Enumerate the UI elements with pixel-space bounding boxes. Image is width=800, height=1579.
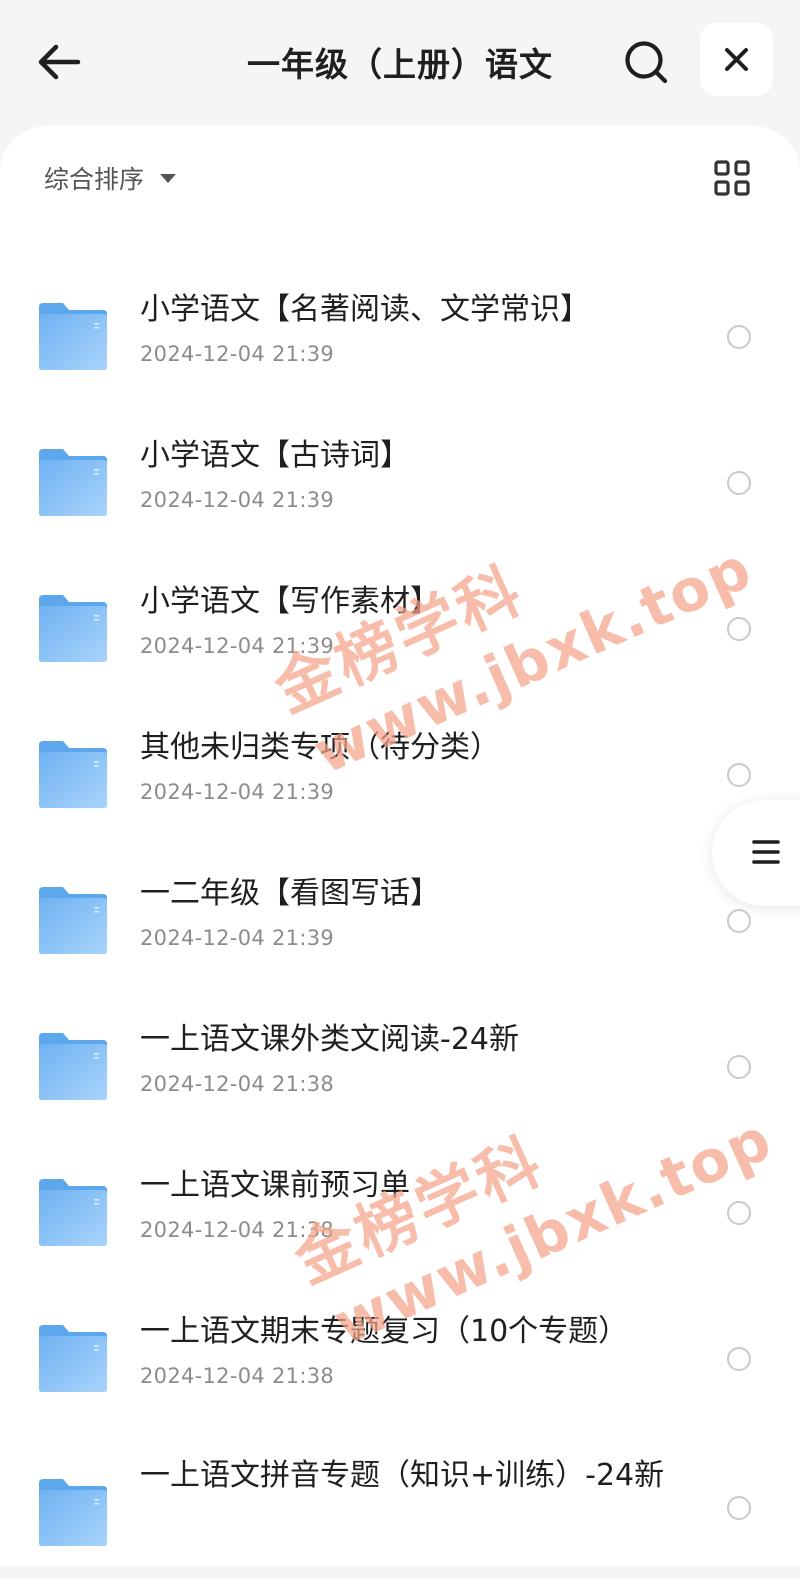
close-icon — [725, 48, 748, 71]
list-item[interactable]: 一上语文拼音专题（知识+训练）-24新 — [0, 1433, 800, 1579]
search-button[interactable] — [620, 36, 672, 88]
folder-icon — [39, 1479, 107, 1546]
item-date: 2024-12-04 21:38 — [140, 1364, 335, 1388]
item-date: 2024-12-04 21:39 — [140, 342, 335, 366]
list-item[interactable]: 小学语文【名著阅读、文学常识】 2024-12-04 21:39 — [0, 265, 800, 411]
select-radio[interactable] — [727, 763, 751, 787]
item-date: 2024-12-04 21:38 — [140, 1218, 335, 1242]
close-button[interactable] — [700, 23, 773, 96]
caret-down-icon — [160, 173, 177, 183]
select-radio[interactable] — [727, 325, 751, 349]
select-radio[interactable] — [727, 1347, 751, 1371]
item-name: 一上语文期末专题复习（10个专题） — [140, 1314, 629, 1349]
item-name: 一二年级【看图写话】 — [140, 876, 440, 911]
select-radio[interactable] — [727, 471, 751, 495]
list-item[interactable]: 一上语文课前预习单 2024-12-04 21:38 — [0, 1141, 800, 1287]
item-name: 小学语文【名著阅读、文学常识】 — [140, 292, 590, 327]
list-item[interactable]: 一上语文课外类文阅读-24新 2024-12-04 21:38 — [0, 995, 800, 1141]
top-bar: 一年级（上册）语文 — [0, 0, 800, 125]
page-title: 一年级（上册）语文 — [247, 45, 553, 84]
folder-icon — [39, 595, 107, 662]
select-radio[interactable] — [727, 1055, 751, 1079]
list-item[interactable]: 其他未归类专项（待分类） 2024-12-04 21:39 — [0, 703, 800, 849]
folder-icon — [39, 741, 107, 808]
list-item[interactable]: 小学语文【古诗词】 2024-12-04 21:39 — [0, 411, 800, 557]
item-date: 2024-12-04 21:39 — [140, 926, 335, 950]
item-name: 一上语文课外类文阅读-24新 — [140, 1022, 519, 1057]
select-radio[interactable] — [727, 1201, 751, 1225]
search-icon — [625, 41, 668, 84]
item-date: 2024-12-04 21:38 — [140, 1072, 335, 1096]
sort-dropdown[interactable]: 综合排序 — [44, 158, 177, 198]
folder-icon — [39, 887, 107, 954]
item-date: 2024-12-04 21:39 — [140, 780, 335, 804]
grid-view-button[interactable] — [712, 158, 752, 198]
item-name: 小学语文【古诗词】 — [140, 438, 410, 473]
menu-icon — [752, 840, 780, 864]
folder-icon — [39, 1179, 107, 1246]
item-date: 2024-12-04 21:39 — [140, 634, 335, 658]
select-radio[interactable] — [727, 909, 751, 933]
item-name: 一上语文课前预习单 — [140, 1168, 410, 1203]
item-name: 一上语文拼音专题（知识+训练）-24新 — [140, 1458, 665, 1493]
sort-label: 综合排序 — [44, 165, 145, 194]
folder-icon — [39, 1033, 107, 1100]
select-radio[interactable] — [727, 1496, 751, 1520]
item-name: 其他未归类专项（待分类） — [140, 730, 500, 765]
list-item[interactable]: 小学语文【写作素材】 2024-12-04 21:39 — [0, 557, 800, 703]
list-item[interactable]: 一二年级【看图写话】 2024-12-04 21:39 — [0, 849, 800, 995]
folder-icon — [39, 449, 107, 516]
list-item[interactable]: 一上语文期末专题复习（10个专题） 2024-12-04 21:38 — [0, 1287, 800, 1433]
folder-icon — [39, 303, 107, 370]
select-radio[interactable] — [727, 617, 751, 641]
item-date: 2024-12-04 21:39 — [140, 488, 335, 512]
item-name: 小学语文【写作素材】 — [140, 584, 440, 619]
folder-icon — [39, 1325, 107, 1392]
grid-view-icon — [714, 160, 750, 196]
